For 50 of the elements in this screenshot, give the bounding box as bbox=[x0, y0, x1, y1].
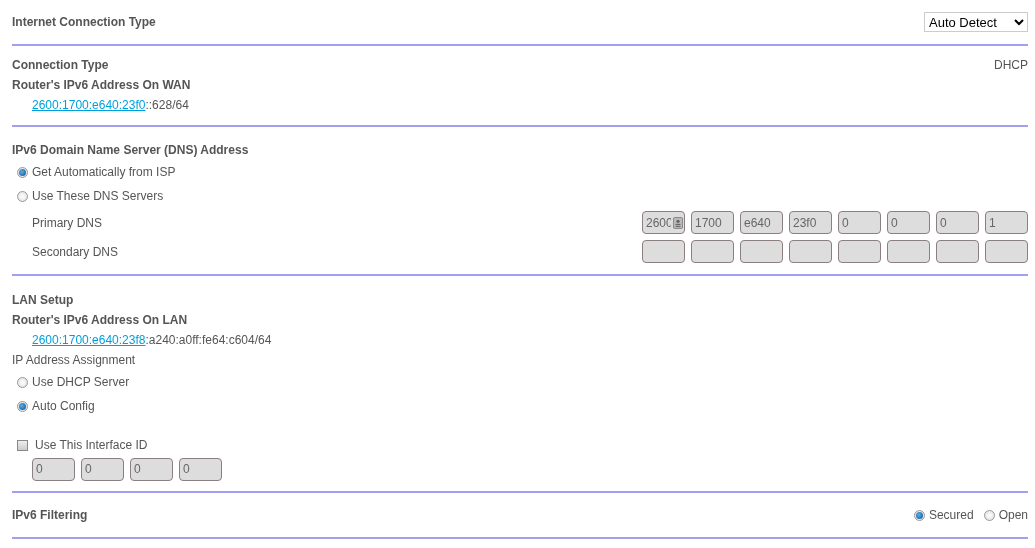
radio-label: Use DHCP Server bbox=[32, 375, 130, 389]
address-text: :a240:a0ff:fe64:c604/64 bbox=[145, 332, 272, 347]
address-field[interactable] bbox=[691, 240, 734, 263]
field-label: Secondary DNS bbox=[32, 244, 119, 259]
address-field[interactable]: 0 bbox=[838, 211, 881, 234]
radio-button[interactable] bbox=[17, 166, 28, 178]
address-field[interactable]: 1 bbox=[985, 211, 1028, 234]
field-label: IP Address Assignment bbox=[12, 352, 136, 367]
checkbox[interactable] bbox=[17, 439, 28, 451]
radio-button[interactable] bbox=[17, 400, 28, 412]
section-title: IPv6 Filtering bbox=[12, 508, 88, 522]
radio-button[interactable] bbox=[17, 190, 28, 202]
radio-label: Secured bbox=[928, 508, 974, 522]
address-field[interactable]: 23f0 bbox=[789, 211, 832, 234]
address-field[interactable]: 0 bbox=[81, 457, 124, 481]
radio-button[interactable] bbox=[983, 509, 995, 521]
section-title: LAN Setup bbox=[12, 293, 74, 307]
radio-label: Get Automatically from ISP bbox=[32, 165, 176, 179]
address-field[interactable] bbox=[642, 240, 685, 263]
address-field[interactable]: e640 bbox=[740, 211, 783, 234]
section-title: IPv6 Domain Name Server (DNS) Address bbox=[12, 143, 249, 157]
address-field[interactable] bbox=[789, 240, 832, 263]
field-label: Connection Type bbox=[12, 58, 109, 72]
address-field[interactable]: 1700 bbox=[691, 211, 734, 234]
field-label: Router's IPv6 Address On WAN bbox=[12, 78, 191, 92]
radio-label: Auto Config bbox=[32, 399, 95, 413]
section-title: Internet Connection Type bbox=[12, 15, 156, 29]
connection-type-dropdown[interactable]: Auto Detect bbox=[924, 12, 1028, 32]
radio-button[interactable] bbox=[913, 509, 925, 521]
address-link[interactable]: 2600:1700:e640:23f8 bbox=[32, 332, 146, 347]
address-field[interactable] bbox=[936, 240, 979, 263]
address-field[interactable]: 0 bbox=[32, 457, 75, 481]
address-field[interactable] bbox=[838, 240, 881, 263]
radio-label: Open bbox=[998, 508, 1028, 522]
address-field[interactable] bbox=[740, 240, 783, 263]
address-field[interactable]: 0 bbox=[887, 211, 930, 234]
field-label: Router's IPv6 Address On LAN bbox=[12, 313, 188, 327]
address-field[interactable]: 0 bbox=[130, 457, 173, 481]
radio-button[interactable] bbox=[17, 376, 28, 388]
address-field[interactable]: 0 bbox=[179, 457, 222, 481]
radio-label: Use These DNS Servers bbox=[32, 189, 164, 203]
address-link[interactable]: 2600:1700:e640:23f0 bbox=[32, 97, 146, 112]
address-field[interactable] bbox=[887, 240, 930, 263]
field-label: Primary DNS bbox=[32, 215, 102, 230]
address-field[interactable] bbox=[985, 240, 1028, 263]
field-value: DHCP bbox=[994, 58, 1028, 72]
address-text: ::628/64 bbox=[145, 97, 189, 112]
checkbox-label: Use This Interface ID bbox=[35, 438, 148, 452]
address-field[interactable]: 0 bbox=[936, 211, 979, 234]
contact-card-icon[interactable] bbox=[673, 217, 683, 229]
